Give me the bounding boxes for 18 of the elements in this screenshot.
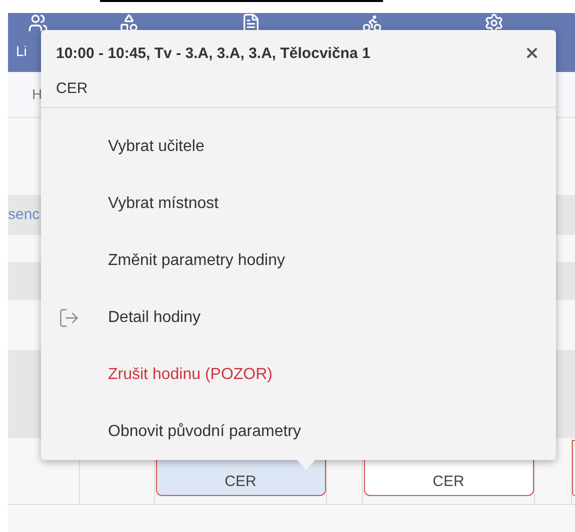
users-icon[interactable] [28,13,48,33]
shapes-icon[interactable] [118,13,139,33]
settings-icon[interactable] [484,13,504,33]
menu-item[interactable]: Vybrat místnost [41,175,556,232]
toolbar-label[interactable]: H [32,84,42,105]
exit-icon [58,306,80,328]
menu-item[interactable]: Změnit parametry hodiny [41,232,556,289]
teacher-code: CER [224,474,256,489]
popup-subtitle: CER [56,78,89,98]
menu-item[interactable]: Zrušit hodinu (POZOR) [41,346,556,403]
close-icon[interactable] [524,45,540,61]
nav-label[interactable]: Li [16,41,27,62]
menu-item[interactable]: Vybrat učitele [41,118,556,175]
popup-title: 10:00 - 10:45, Tv - 3.A, 3.A, 3.A, Tělocvična 1 [56,44,370,64]
bike-icon[interactable] [362,13,382,33]
teacher-code: CER [432,474,464,489]
document-icon[interactable] [240,13,261,33]
menu-item[interactable]: Detail hodiny [41,289,556,346]
